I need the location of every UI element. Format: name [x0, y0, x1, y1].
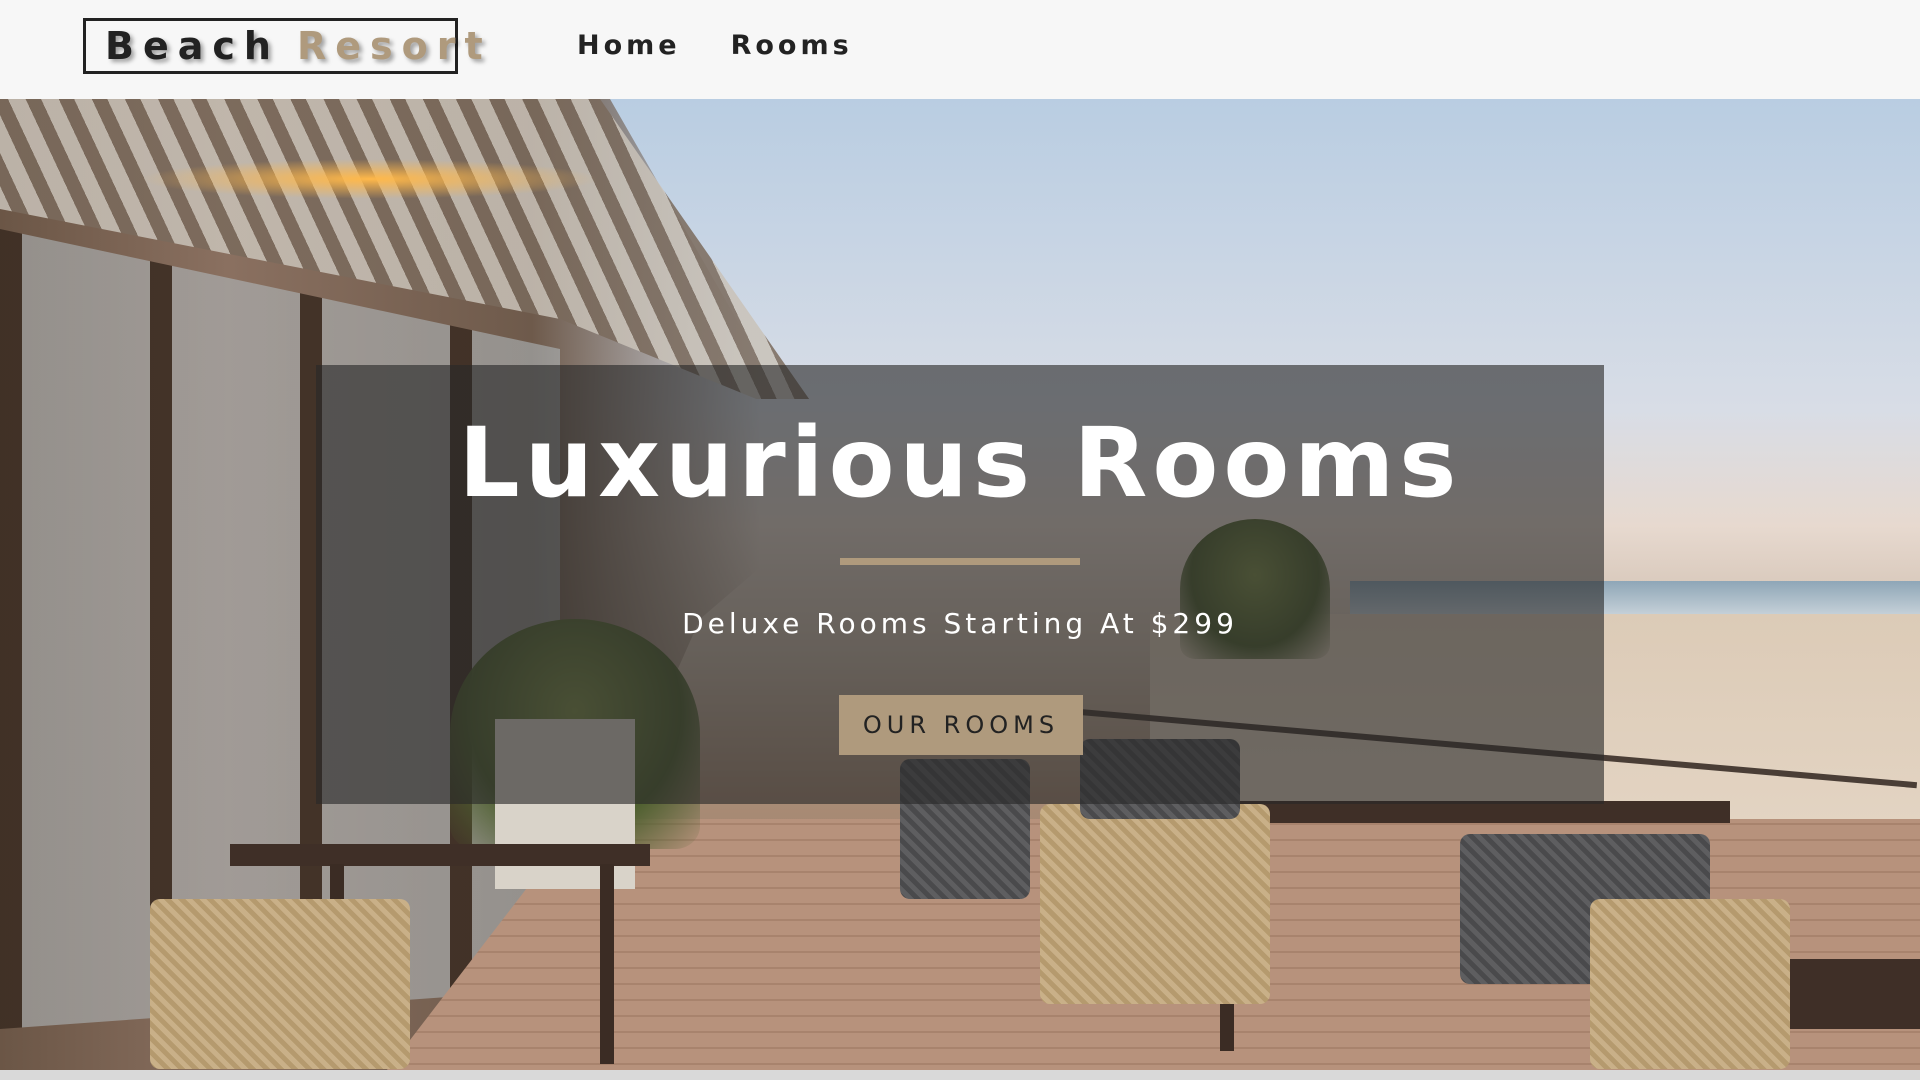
- page-bottom-strip: [0, 1070, 1920, 1080]
- hero-subtitle: Deluxe Rooms Starting At $299: [682, 607, 1238, 640]
- table-leg: [600, 864, 614, 1064]
- navbar: Beach Resort Home Rooms: [0, 0, 1920, 99]
- wicker-chair: [150, 899, 410, 1069]
- our-rooms-button[interactable]: OUR ROOMS: [839, 695, 1083, 755]
- brand-word-resort: Resort: [296, 24, 492, 68]
- wicker-chair: [1590, 899, 1790, 1069]
- brand-word-beach: Beach: [105, 24, 280, 68]
- hero-title: Luxurious Rooms: [458, 407, 1462, 519]
- title-divider: [840, 558, 1080, 565]
- table: [230, 844, 650, 866]
- wicker-chair: [1040, 804, 1270, 1004]
- brand-logo[interactable]: Beach Resort: [83, 18, 483, 74]
- nav-link-home[interactable]: Home: [577, 30, 681, 61]
- lamp-glow: [140, 159, 600, 199]
- nav-link-rooms[interactable]: Rooms: [731, 30, 853, 61]
- nav-links: Home Rooms: [577, 30, 853, 61]
- hero-section: Luxurious Rooms Deluxe Rooms Starting At…: [0, 99, 1920, 1070]
- hero-overlay: Luxurious Rooms Deluxe Rooms Starting At…: [316, 365, 1604, 804]
